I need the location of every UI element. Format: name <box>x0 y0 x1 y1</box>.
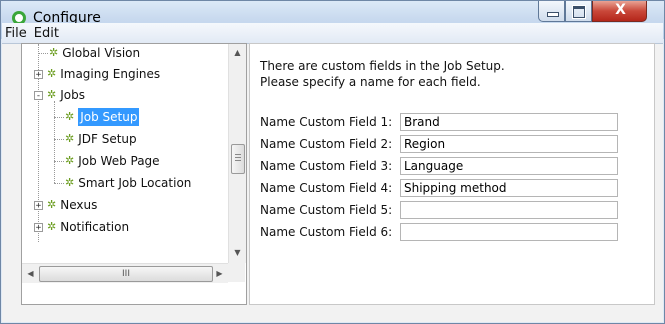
minimize-icon <box>547 12 559 17</box>
category-tree: ✲ Global Vision + ✲ Imaging Engines - ✲ … <box>21 43 247 305</box>
custom-field-row-5: Name Custom Field 5: <box>260 200 618 220</box>
scroll-down-arrow-icon[interactable]: ▼ <box>229 244 246 261</box>
tree-item-job-setup[interactable]: ✲ Job Setup <box>65 108 140 126</box>
tree-item-imaging-engines[interactable]: + ✲ Imaging Engines <box>34 65 160 83</box>
custom-field-row-2: Name Custom Field 2: <box>260 134 618 154</box>
tree-item-label: Global Vision <box>62 46 141 60</box>
intro-line-1: There are custom fields in the Job Setup… <box>260 59 505 73</box>
content-area: ✲ Global Vision + ✲ Imaging Engines - ✲ … <box>2 43 663 322</box>
custom-field-row-3: Name Custom Field 3: <box>260 156 618 176</box>
tree-item-jobs[interactable]: - ✲ Jobs <box>34 86 85 104</box>
tree-item-label: Nexus <box>60 198 98 212</box>
expand-icon[interactable]: + <box>34 222 43 232</box>
tree-item-jdf-setup[interactable]: ✲ JDF Setup <box>65 130 137 148</box>
field-label: Name Custom Field 3: <box>260 159 393 173</box>
scroll-left-arrow-icon[interactable]: ◀ <box>22 264 39 283</box>
gear-icon: ✲ <box>65 132 75 145</box>
gear-icon: ✲ <box>49 46 59 59</box>
field-label: Name Custom Field 6: <box>260 225 393 239</box>
menu-file[interactable]: File <box>2 26 31 41</box>
custom-field-4-input[interactable] <box>400 179 618 197</box>
custom-field-1-input[interactable] <box>400 113 618 131</box>
field-label: Name Custom Field 2: <box>260 137 393 151</box>
gear-icon: ✲ <box>47 88 57 101</box>
close-button[interactable]: X <box>592 1 647 22</box>
tree-item-label: Job Web Page <box>78 154 160 168</box>
field-label: Name Custom Field 5: <box>260 203 393 217</box>
menu-bar: File Edit <box>2 23 663 44</box>
horizontal-scroll-thumb[interactable]: III <box>39 266 213 282</box>
custom-field-2-input[interactable] <box>400 135 618 153</box>
tree-item-label: Jobs <box>60 88 85 102</box>
vertical-scroll-thumb[interactable] <box>231 144 245 174</box>
custom-field-5-input[interactable] <box>400 201 618 219</box>
custom-field-3-input[interactable] <box>400 157 618 175</box>
tree-item-global-vision[interactable]: ✲ Global Vision <box>49 44 140 62</box>
minimize-button[interactable] <box>538 1 565 22</box>
tree-item-job-web-page[interactable]: ✲ Job Web Page <box>65 152 160 170</box>
scrollbar-corner <box>228 263 245 282</box>
gear-icon: ✲ <box>47 67 57 80</box>
field-label: Name Custom Field 1: <box>260 115 393 129</box>
configure-window: Configure X File Edit ✲ Global Vision + … <box>0 0 665 324</box>
custom-field-row-4: Name Custom Field 4: <box>260 178 618 198</box>
tree-item-label: Smart Job Location <box>78 176 192 190</box>
tree-item-label: Notification <box>60 220 130 234</box>
gear-icon: ✲ <box>47 220 57 233</box>
custom-field-row-1: Name Custom Field 1: <box>260 112 618 132</box>
maximize-button[interactable] <box>565 1 592 22</box>
intro-text: There are custom fields in the Job Setup… <box>260 58 505 90</box>
collapse-icon[interactable]: - <box>34 90 43 100</box>
gear-icon: ✲ <box>65 176 75 189</box>
maximize-icon <box>573 6 585 18</box>
menu-edit[interactable]: Edit <box>31 26 63 41</box>
tree-view: ✲ Global Vision + ✲ Imaging Engines - ✲ … <box>22 44 228 282</box>
intro-line-2: Please specify a name for each field. <box>260 75 481 89</box>
expand-icon[interactable]: + <box>34 200 43 210</box>
gear-icon: ✲ <box>47 198 57 211</box>
custom-field-6-input[interactable] <box>400 223 618 241</box>
custom-field-row-6: Name Custom Field 6: <box>260 222 618 242</box>
tree-item-notification[interactable]: + ✲ Notification <box>34 218 129 236</box>
gear-icon: ✲ <box>65 110 75 123</box>
scroll-right-arrow-icon[interactable]: ▶ <box>211 264 228 283</box>
tree-item-nexus[interactable]: + ✲ Nexus <box>34 196 97 214</box>
tree-vertical-scrollbar[interactable]: ▲ ▼ <box>228 44 246 263</box>
custom-fields-panel: There are custom fields in the Job Setup… <box>249 43 655 305</box>
field-label: Name Custom Field 4: <box>260 181 393 195</box>
scroll-up-arrow-icon[interactable]: ▲ <box>229 44 246 61</box>
tree-item-label: Job Setup <box>78 108 140 126</box>
tree-item-smart-job-location[interactable]: ✲ Smart Job Location <box>65 174 191 192</box>
expand-icon[interactable]: + <box>34 69 43 79</box>
tree-item-label: JDF Setup <box>78 132 137 146</box>
tree-item-label: Imaging Engines <box>60 67 161 81</box>
close-icon: X <box>615 2 626 18</box>
gear-icon: ✲ <box>65 154 75 167</box>
tree-horizontal-scrollbar[interactable]: ◀ III ▶ <box>22 263 228 283</box>
